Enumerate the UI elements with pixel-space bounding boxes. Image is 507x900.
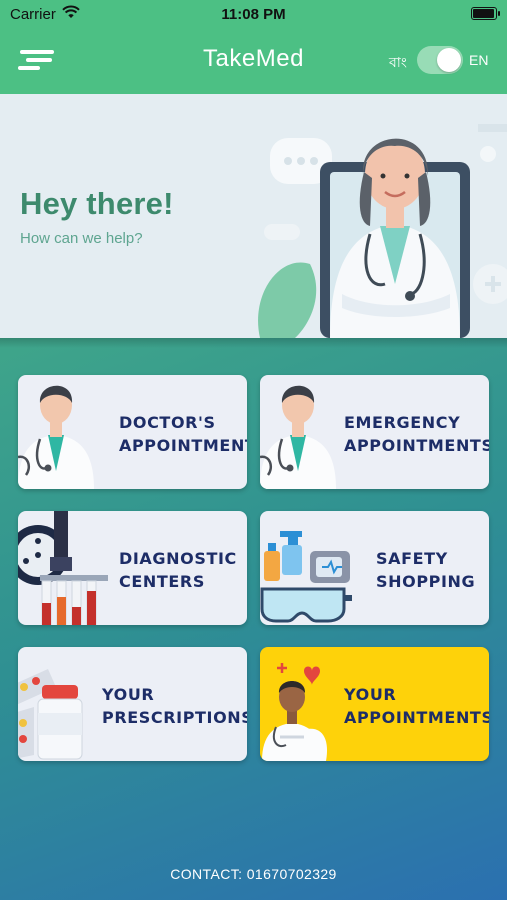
language-toggle[interactable] bbox=[417, 46, 463, 74]
contact-info[interactable]: CONTACT: 01670702329 bbox=[0, 866, 507, 882]
medicine-icon bbox=[18, 669, 83, 760]
hero-subheading: How can we help? bbox=[20, 230, 143, 247]
microscope-icon bbox=[18, 511, 108, 625]
doctor-icon bbox=[18, 385, 94, 489]
toggle-knob bbox=[437, 48, 461, 72]
status-bar: Carrier 11:08 PM bbox=[0, 0, 507, 30]
hero-banner: Hey there! How can we help? bbox=[0, 94, 507, 338]
hero-shadow bbox=[0, 338, 507, 348]
doctor-icon bbox=[260, 385, 336, 489]
your-prescriptions-card[interactable]: YOUR PRESCRIPTIONS bbox=[18, 647, 247, 761]
calendar-doctor-icon bbox=[262, 663, 328, 761]
card-label: DOCTOR'S APPOINTMENT bbox=[119, 413, 247, 455]
your-appointments-card[interactable]: YOUR APPOINTMENTS bbox=[260, 647, 489, 761]
language-english-label: EN bbox=[469, 52, 489, 68]
hero-heading: Hey there! bbox=[20, 186, 174, 221]
diagnostic-centers-card[interactable]: DIAGNOSTIC CENTERS bbox=[18, 511, 247, 625]
safety-shopping-card[interactable]: SAFETY SHOPPING bbox=[260, 511, 489, 625]
sanitizer-icon bbox=[260, 531, 352, 623]
doctor-illustration bbox=[258, 124, 507, 338]
app-header: Carrier 11:08 PM TakeMed বাং EN bbox=[0, 0, 507, 94]
clock: 11:08 PM bbox=[221, 6, 286, 23]
card-label: YOUR PRESCRIPTIONS bbox=[102, 685, 247, 727]
emergency-appointments-card[interactable]: EMERGENCY APPOINTMENTS bbox=[260, 375, 489, 489]
doctors-appointment-card[interactable]: DOCTOR'S APPOINTMENT bbox=[18, 375, 247, 489]
card-label: YOUR APPOINTMENTS bbox=[344, 685, 489, 727]
card-label: EMERGENCY APPOINTMENTS bbox=[344, 413, 489, 455]
card-label: DIAGNOSTIC CENTERS bbox=[119, 549, 237, 591]
card-label: SAFETY SHOPPING bbox=[376, 549, 476, 591]
battery-icon bbox=[471, 7, 500, 20]
language-bangla-label: বাং bbox=[389, 55, 407, 71]
